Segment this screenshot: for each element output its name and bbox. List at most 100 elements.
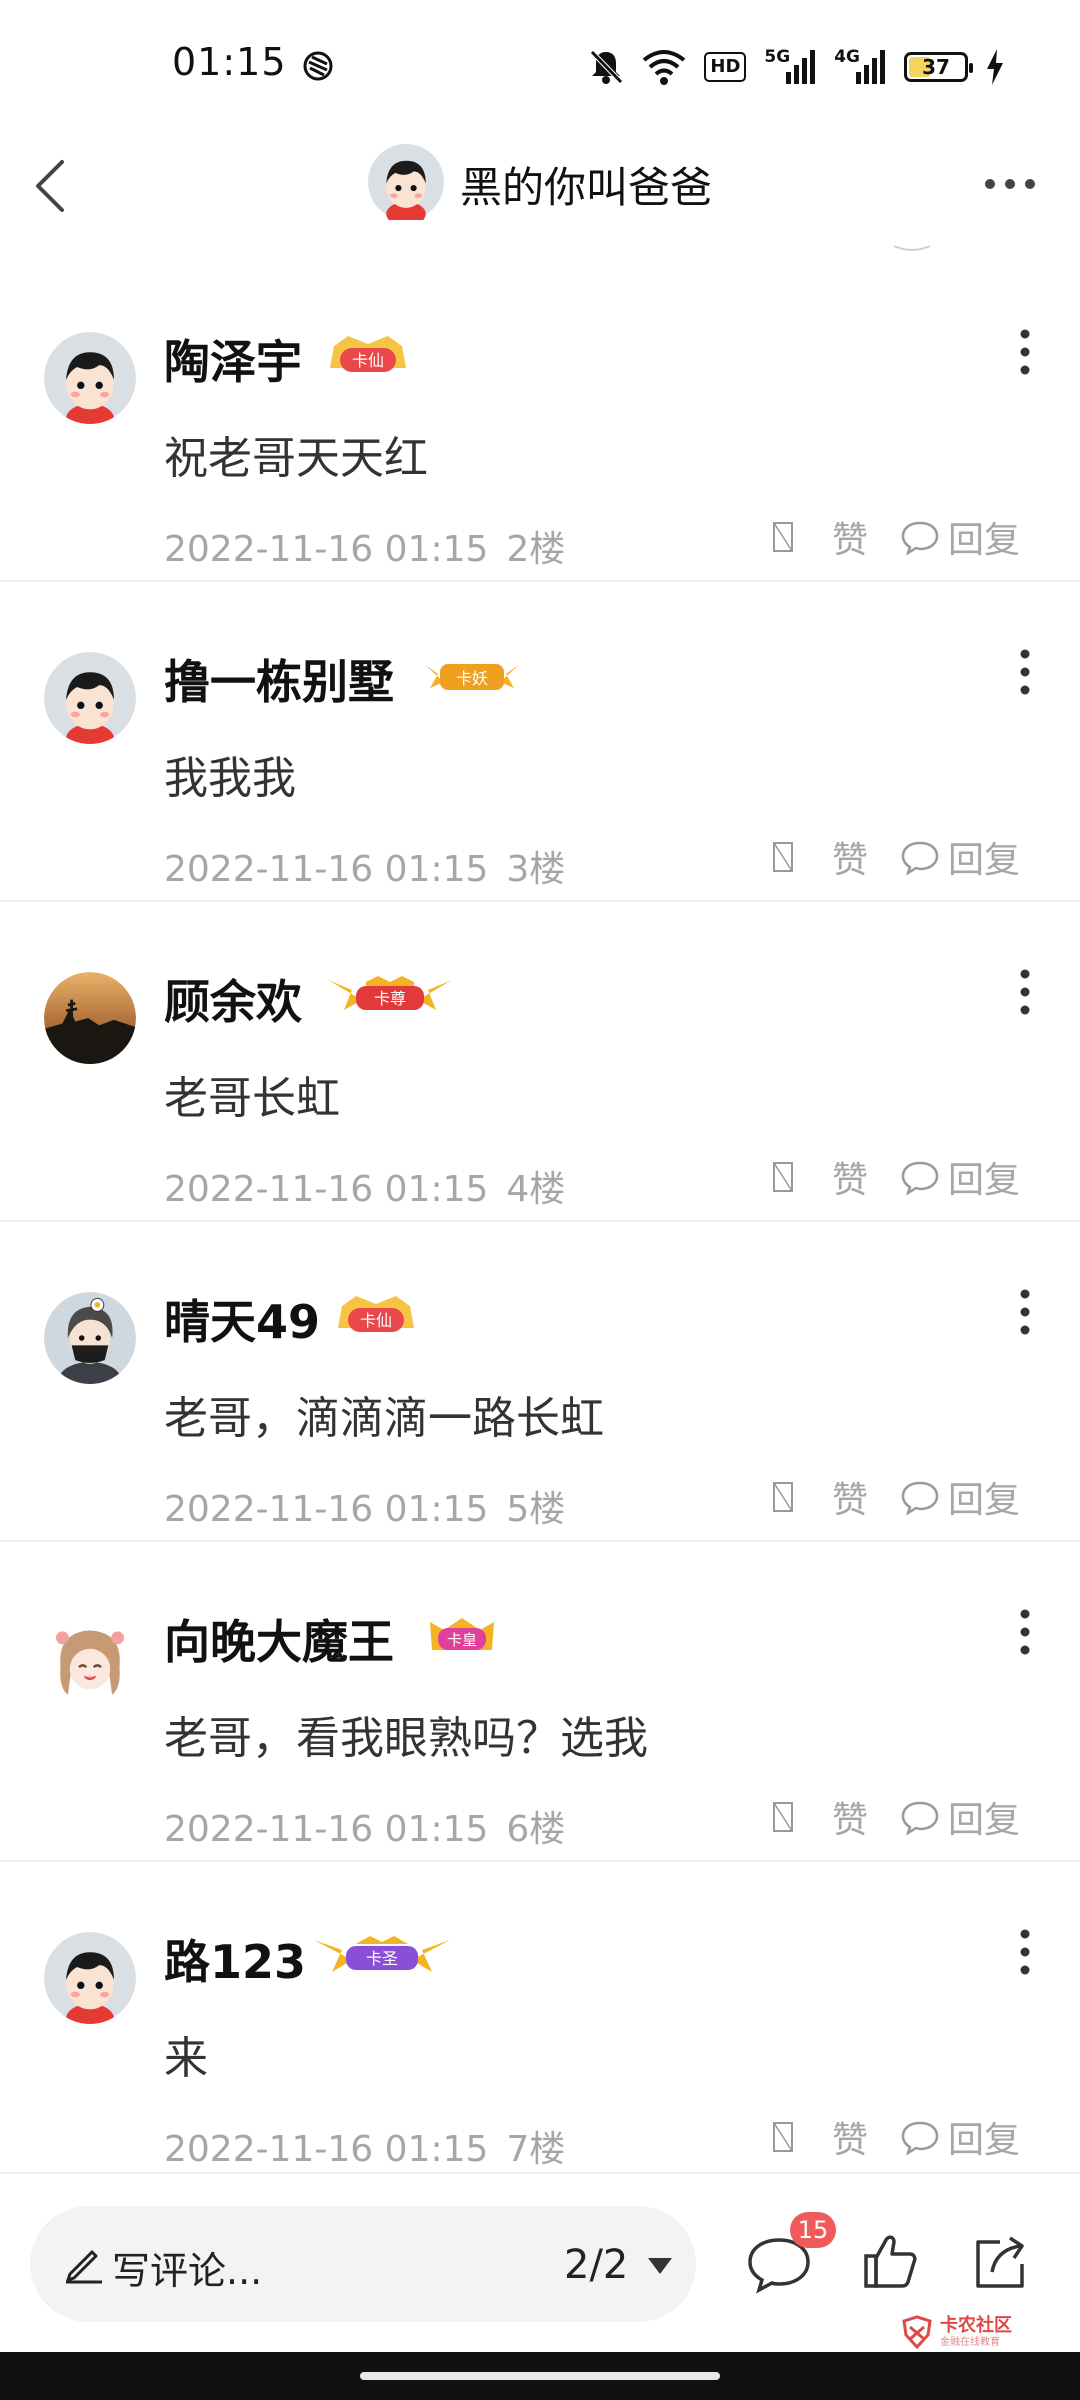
comment-input[interactable]: 写评论... 2/2 [30, 2206, 696, 2322]
comment-username[interactable]: 晴天49 [164, 1286, 320, 1352]
status-time: 01:15 [172, 40, 287, 84]
watermark-main: 卡农社区 [940, 2314, 1012, 2336]
floor-number: 4楼 [506, 1169, 566, 1210]
reply-button[interactable]: 回复 [948, 1471, 1020, 1523]
comment-item: 陶泽宇 卡仙 祝老哥天天红 2022-11-16 01:15 2楼 赞 回复 [0, 262, 1080, 582]
status-bar: 01:15 HD 5G 4G 37 [0, 0, 1080, 130]
avatar[interactable] [44, 1612, 136, 1704]
net-label-4g: 4G [834, 47, 860, 67]
reply-icon[interactable] [900, 2119, 940, 2155]
comment-meta: 2022-11-16 01:15 5楼 [164, 1480, 565, 1532]
comment-text: 祝老哥天天红 [164, 433, 428, 484]
reply-icon[interactable] [900, 1479, 940, 1515]
comment-item: 向晚大魔王 卡皇 老哥，看我眼熟吗？选我 2022-11-16 01:15 6楼 … [0, 1542, 1080, 1862]
reply-button[interactable]: 回复 [948, 1791, 1020, 1843]
thumbs-up-icon[interactable] [770, 1477, 798, 1517]
back-button[interactable] [28, 150, 88, 220]
comment-item: 顾余欢 卡尊 老哥长虹 2022-11-16 01:15 4楼 赞 回复 [0, 902, 1080, 1222]
reply-icon[interactable] [900, 839, 940, 875]
comment-more-button[interactable] [1010, 644, 1040, 700]
battery-level: 37 [922, 55, 950, 79]
comment-list: 陶泽宇 卡仙 祝老哥天天红 2022-11-16 01:15 2楼 赞 回复 撸… [0, 262, 1080, 2182]
avatar[interactable] [44, 332, 136, 424]
comment-username[interactable]: 陶泽宇 [164, 326, 302, 392]
comment-actions: 赞 回复 [770, 832, 1020, 882]
comment-username[interactable]: 路123 [164, 1926, 306, 1992]
level-badge: 卡圣 [314, 1936, 450, 1972]
reply-icon[interactable] [900, 1799, 940, 1835]
thumbs-up-icon[interactable] [770, 1797, 798, 1837]
avatar[interactable] [44, 1292, 136, 1384]
comment-username[interactable]: 顾余欢 [164, 966, 302, 1032]
mute-icon [590, 50, 624, 84]
caret-down-icon[interactable] [646, 2256, 674, 2276]
system-nav-bar [0, 2352, 1080, 2400]
net-label-5g: 5G [764, 47, 791, 67]
comment-date: 2022-11-16 01:15 [164, 1809, 489, 1850]
comment-actions: 赞 回复 [770, 512, 1020, 562]
comment-date: 2022-11-16 01:15 [164, 1489, 489, 1530]
comment-item: 路123 卡圣 来 2022-11-16 01:15 7楼 赞 回复 [0, 1862, 1080, 2182]
reply-button[interactable]: 回复 [948, 2111, 1020, 2163]
like-button[interactable]: 赞 [832, 511, 868, 563]
avatar[interactable] [44, 972, 136, 1064]
reply-button[interactable]: 回复 [948, 831, 1020, 883]
comment-username[interactable]: 撸一栋别墅 [164, 646, 394, 712]
comment-more-button[interactable] [1010, 1924, 1040, 1980]
watermark-sub: 金融在线教育 [940, 2336, 1000, 2348]
app-notification-icon [303, 51, 333, 81]
floor-number: 7楼 [506, 2129, 566, 2170]
author-avatar[interactable] [368, 144, 444, 220]
reply-icon[interactable] [900, 519, 940, 555]
comment-item: 撸一栋别墅 卡妖 我我我 2022-11-16 01:15 3楼 赞 回复 [0, 582, 1080, 902]
like-button[interactable]: 赞 [832, 1151, 868, 1203]
watermark: 卡农社区 金融在线教育 [900, 2310, 1012, 2354]
comment-meta: 2022-11-16 01:15 4楼 [164, 1160, 565, 1212]
floor-number: 6楼 [506, 1809, 566, 1850]
comment-more-button[interactable] [1010, 1604, 1040, 1660]
reply-icon[interactable] [900, 1159, 940, 1195]
battery-icon: 37 [904, 52, 973, 82]
page-indicator[interactable]: 2/2 [564, 2242, 628, 2288]
signal-5g-icon: 5G [764, 47, 816, 87]
thumbs-up-icon[interactable] [770, 837, 798, 877]
thumbs-up-icon[interactable] [770, 2117, 798, 2157]
share-icon[interactable] [970, 2232, 1030, 2292]
badge-label: 卡妖 [456, 669, 488, 688]
comment-date: 2022-11-16 01:15 [164, 2129, 489, 2170]
comment-actions: 赞 回复 [770, 1472, 1020, 1522]
comment-date: 2022-11-16 01:15 [164, 529, 489, 570]
comment-input-placeholder[interactable]: 写评论... [112, 2240, 262, 2295]
avatar[interactable] [44, 652, 136, 744]
thumbs-up-icon[interactable] [770, 1157, 798, 1197]
like-button[interactable]: 赞 [832, 2111, 868, 2163]
avatar[interactable] [44, 1932, 136, 2024]
comment-text: 老哥，看我眼熟吗？选我 [164, 1713, 648, 1764]
reply-button[interactable]: 回复 [948, 1151, 1020, 1203]
level-badge: 卡皇 [430, 1618, 494, 1650]
like-button[interactable]: 赞 [832, 831, 868, 883]
comment-more-button[interactable] [1010, 964, 1040, 1020]
signal-4g-icon: 4G [834, 47, 886, 87]
floor-number: 2楼 [506, 529, 566, 570]
more-options-button[interactable] [980, 166, 1040, 202]
comment-actions: 赞 回复 [770, 2112, 1020, 2162]
comment-date: 2022-11-16 01:15 [164, 1169, 489, 1210]
reply-button[interactable]: 回复 [948, 511, 1020, 563]
comment-more-button[interactable] [1010, 1284, 1040, 1340]
top-app-bar: 黑的你叫爸爸 [0, 130, 1080, 240]
page-title: 黑的你叫爸爸 [460, 163, 713, 212]
badge-label: 卡仙 [352, 351, 384, 370]
thumbs-up-icon[interactable] [770, 517, 798, 557]
home-indicator[interactable] [360, 2372, 720, 2380]
badge-label: 卡皇 [447, 1631, 477, 1649]
thumbs-up-icon[interactable] [862, 2232, 918, 2290]
comment-more-button[interactable] [1010, 324, 1040, 380]
comment-text: 来 [164, 2033, 208, 2084]
comment-item: 晴天49 卡仙 老哥，滴滴滴一路长虹 2022-11-16 01:15 5楼 赞 … [0, 1222, 1080, 1542]
like-button[interactable]: 赞 [832, 1471, 868, 1523]
comment-username[interactable]: 向晚大魔王 [164, 1606, 394, 1672]
badge-label: 卡仙 [360, 1311, 392, 1330]
comment-text: 老哥，滴滴滴一路长虹 [164, 1393, 604, 1444]
like-button[interactable]: 赞 [832, 1791, 868, 1843]
